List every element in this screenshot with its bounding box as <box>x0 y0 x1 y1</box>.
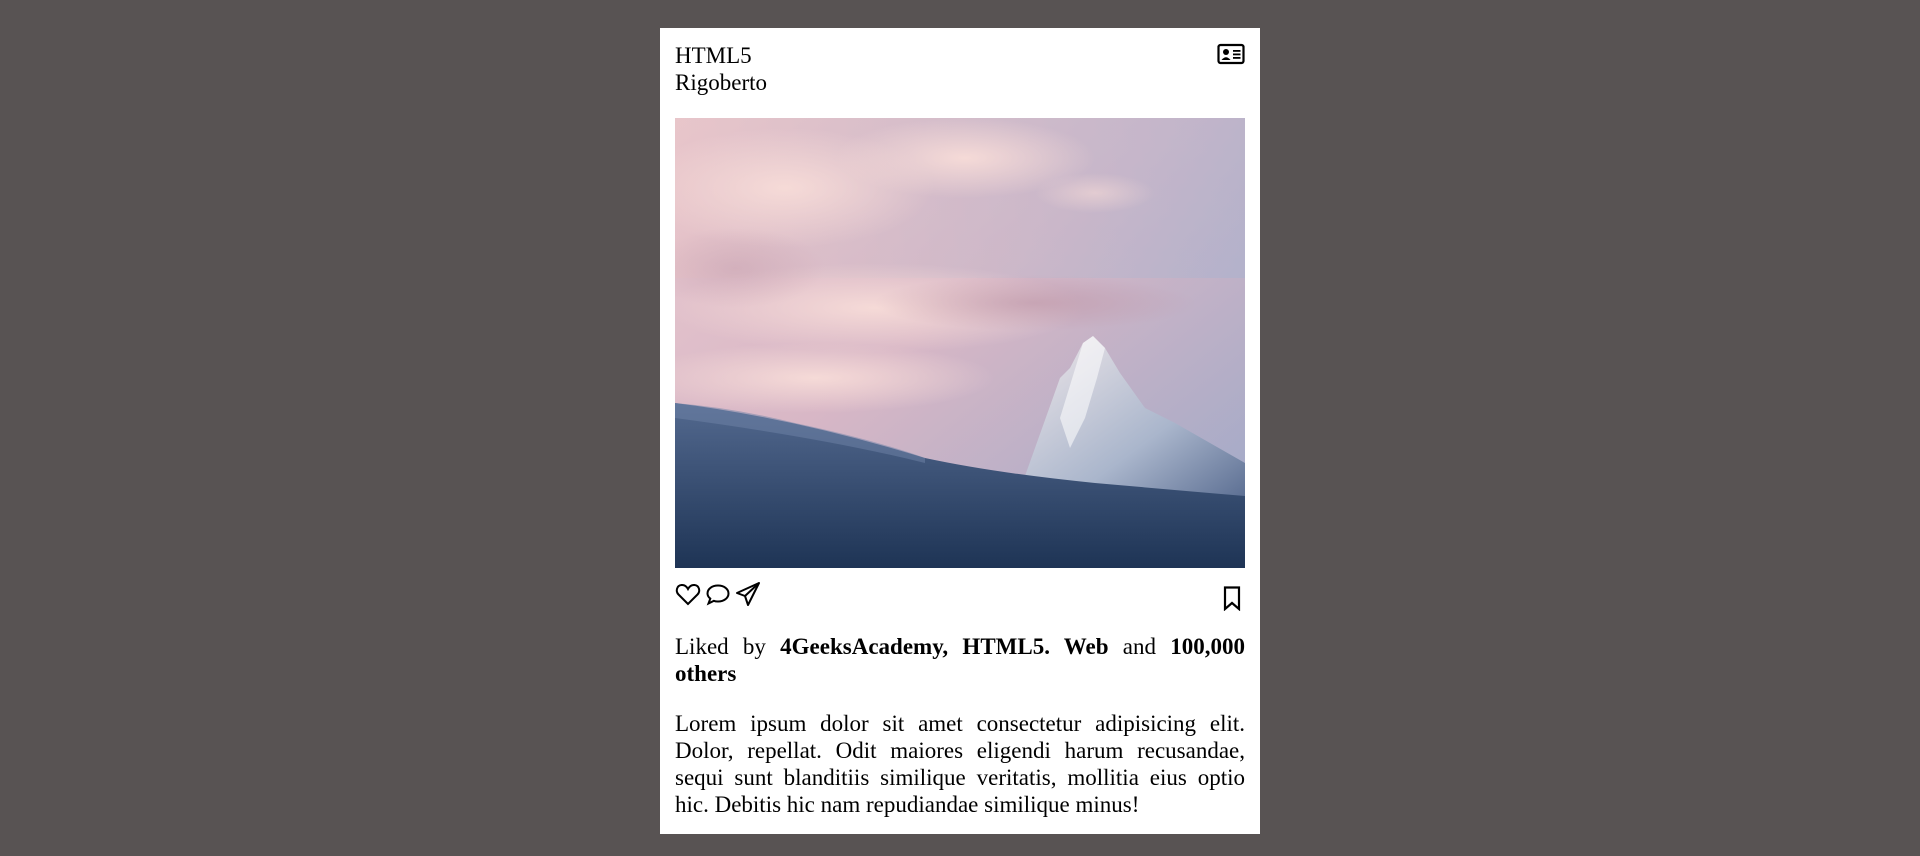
post-header: HTML5 Rigoberto <box>675 42 1245 105</box>
post-actions <box>675 581 1245 625</box>
mountain-photo <box>675 118 1245 568</box>
likes-text: Liked by 4GeeksAcademy, HTML5. Web and 1… <box>675 633 1245 687</box>
post-card: HTML5 Rigoberto Liked by 4GeeksAcademy, … <box>660 28 1260 834</box>
comment-icon[interactable] <box>705 581 731 607</box>
post-author[interactable]: Rigoberto <box>675 69 1245 96</box>
heart-icon[interactable] <box>675 581 701 607</box>
send-icon[interactable] <box>735 581 761 607</box>
bookmark-icon[interactable] <box>1219 585 1245 611</box>
contact-card-icon[interactable] <box>1217 43 1245 65</box>
post-caption: Lorem ipsum dolor sit amet consectetur a… <box>675 711 1245 817</box>
likes-prefix: Liked by <box>675 634 766 659</box>
post-title: HTML5 <box>675 43 752 68</box>
likes-conjunction: and <box>1122 634 1157 659</box>
likes-names[interactable]: 4GeeksAcademy, HTML5. Web <box>780 634 1108 659</box>
